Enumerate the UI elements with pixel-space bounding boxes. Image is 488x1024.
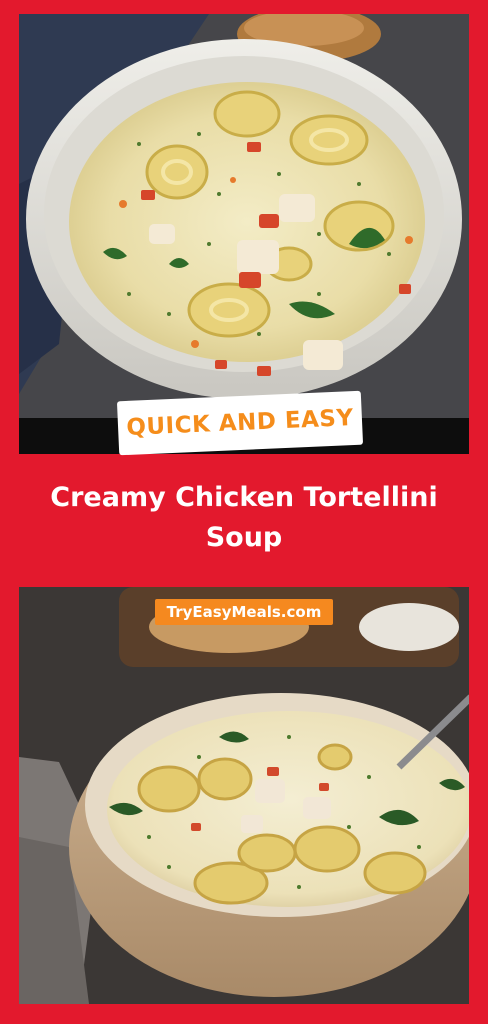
site-watermark: TryEasyMeals.com xyxy=(155,599,333,625)
title-line-1: Creamy Chicken Tortellini xyxy=(50,482,438,513)
badge-text: QUICK AND EASY xyxy=(125,405,355,441)
recipe-title: Creamy Chicken Tortellini Soup xyxy=(0,478,488,558)
quick-easy-badge: QUICK AND EASY xyxy=(116,390,364,456)
title-line-2: Soup xyxy=(205,522,283,553)
bottom-soup-photo xyxy=(19,587,469,1004)
watermark-text: TryEasyMeals.com xyxy=(166,603,322,621)
top-soup-photo xyxy=(19,14,469,454)
